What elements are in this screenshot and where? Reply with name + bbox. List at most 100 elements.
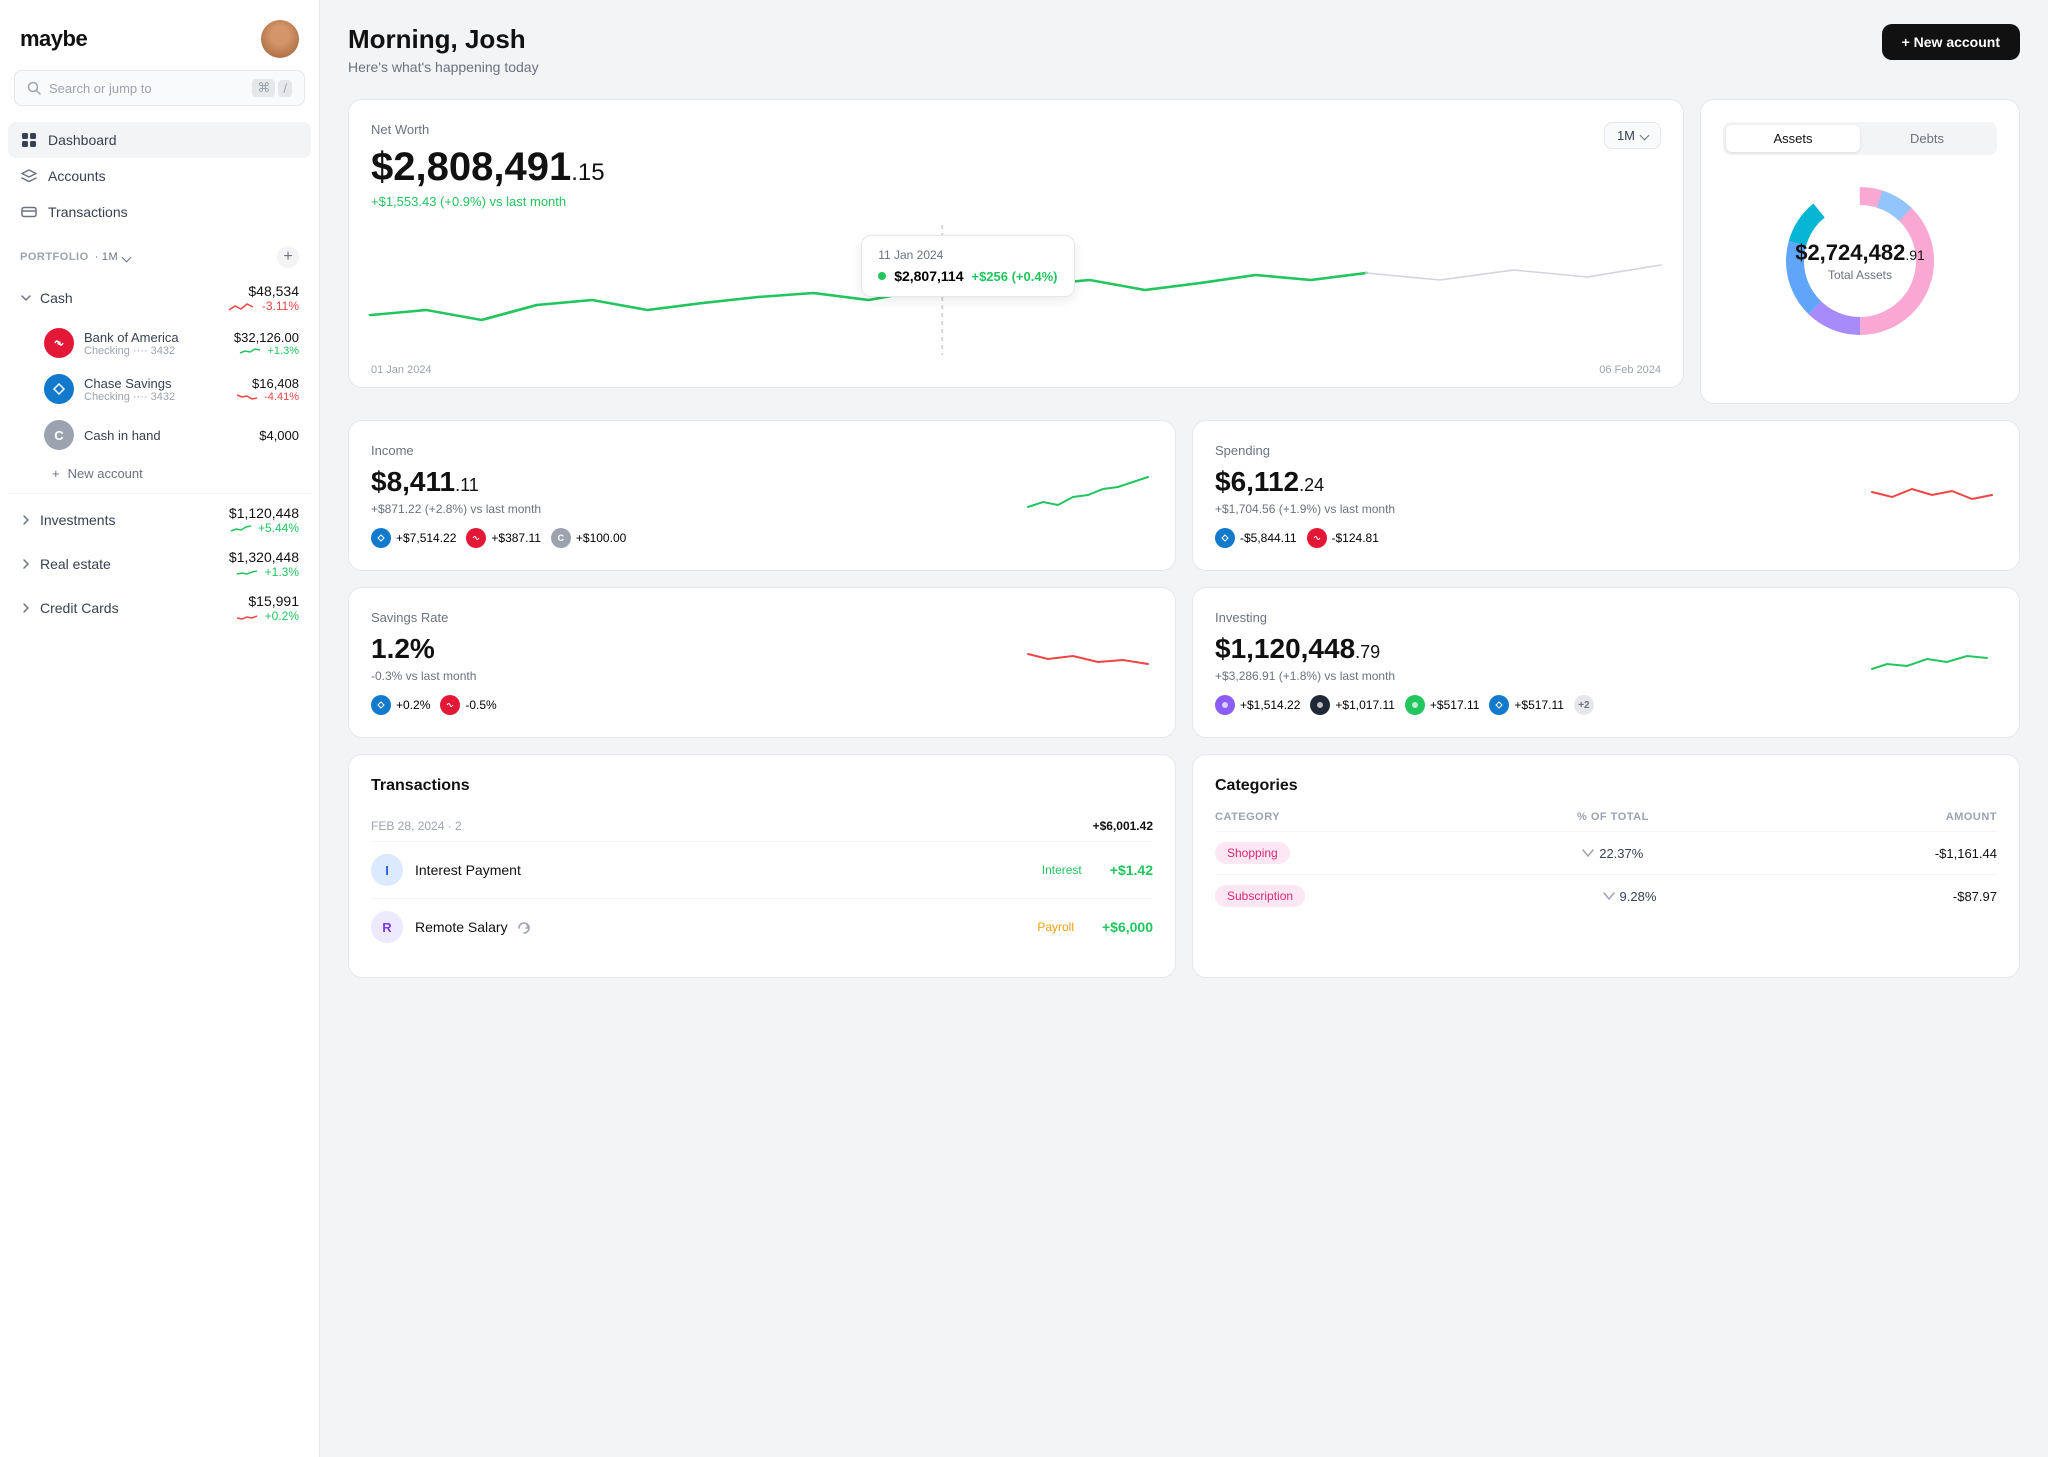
cat-amount-subscription: -$87.97 [1953,889,1997,904]
grid-icon [20,131,38,149]
tx-name-salary: Remote Salary [415,919,1025,935]
net-worth-amount: $2,808,491.15 [371,145,605,190]
income-c-icon: C [551,528,571,548]
add-portfolio-button[interactable]: + [277,246,299,268]
income-card: Income $8,411.11 +$871.22 (+2.8%) vs las… [348,420,1176,571]
savings-rate-card: Savings Rate 1.2% -0.3% vs last month +0… [348,587,1176,738]
tab-debts[interactable]: Debts [1860,125,1994,152]
top-row: Net Worth $2,808,491.15 +$1,553.43 (+0.9… [348,99,2020,404]
cash-group-header[interactable]: Cash $48,534 -3.11% [8,276,311,320]
trend-down-icon [1581,846,1595,860]
main-header: Morning, Josh Here's what's happening to… [348,24,2020,75]
investing-mini-chart [1867,634,1997,692]
portfolio-label: PORTFOLIO · 1M [20,251,130,263]
layers-icon [20,167,38,185]
tx-category-interest: Interest [1042,863,1082,877]
income-chase-icon [371,528,391,548]
categories-table-header: CATEGORY % OF TOTAL AMOUNT [1215,811,1997,823]
savings-rate-icons: +0.2% -0.5% [371,695,1153,715]
investing-icons: +$1,514.22 +$1,017.11 +$517.11 [1215,695,1997,715]
boa-trend-icon [240,347,262,355]
cat-pct-shopping: 22.37% [1581,846,1643,861]
boa-icon [44,328,74,358]
card-icon [20,203,38,221]
period-selector[interactable]: 1M [1604,122,1661,149]
search-placeholder: Search or jump to [49,81,244,96]
chase-account-sub: Checking ···· 3432 [84,391,175,403]
chase-account-name: Chase Savings [84,376,175,391]
real-estate-label: Real estate [40,556,111,572]
tx-item-salary[interactable]: R Remote Salary Payroll +$6,000 [371,898,1153,955]
sidebar-header: maybe [0,0,319,70]
sidebar: maybe Search or jump to ⌘ / Dash [0,0,320,1457]
nav-dashboard-label: Dashboard [48,132,117,148]
income-icons: +$7,514.22 +$387.11 C +$100.00 [371,528,1153,548]
credit-cards-group: Credit Cards $15,991 +0.2% [0,586,319,630]
portfolio-header: PORTFOLIO · 1M + [0,230,319,276]
tx-icon-interest: I [371,854,403,886]
new-account-button[interactable]: + New account [16,458,303,489]
tx-item-interest[interactable]: I Interest Payment Interest +$1.42 [371,841,1153,898]
cat-row-subscription[interactable]: Subscription 9.28% -$87.97 [1215,874,1997,917]
tx-icon-salary: R [371,911,403,943]
tx-amount-interest: +$1.42 [1110,862,1153,878]
plus-icon: + [52,466,60,481]
greeting-subtitle: Here's what's happening today [348,59,539,75]
chase-account-item[interactable]: Chase Savings Checking ···· 3432 $16,408… [8,366,311,412]
investing-icon-3 [1405,695,1425,715]
transactions-card: Transactions FEB 28, 2024 · 2 +$6,001.42… [348,754,1176,978]
investing-icon-2 [1310,695,1330,715]
income-mini-chart [1023,467,1153,525]
cash-group: Cash $48,534 -3.11% [0,276,319,489]
boa-account-item[interactable]: Bank of America Checking ···· 3432 $32,1… [8,320,311,366]
investing-icon-1 [1215,695,1235,715]
cash-in-hand-item[interactable]: C Cash in hand $4,000 [8,412,311,458]
tx-category-salary: Payroll [1037,920,1074,934]
logo: maybe [20,26,87,52]
divider [8,493,311,494]
trend-down-icon-2 [1602,889,1616,903]
spending-label: Spending [1215,443,1997,458]
investing-icon-more: +2 [1574,695,1594,715]
savings-investing-row: Savings Rate 1.2% -0.3% vs last month +0… [348,587,2020,738]
tab-assets[interactable]: Assets [1726,125,1860,152]
search-bar[interactable]: Search or jump to ⌘ / [14,70,305,106]
chase-icon [44,374,74,404]
nav-transactions-label: Transactions [48,204,128,220]
tx-name-interest: Interest Payment [415,862,1030,878]
donut-amount: $2,724,482.91 [1795,240,1925,266]
main-content: Morning, Josh Here's what's happening to… [320,0,2048,1457]
cat-row-shopping[interactable]: Shopping 22.37% -$1,161.44 [1215,831,1997,874]
tx-amount-salary: +$6,000 [1102,919,1153,935]
net-worth-card: Net Worth $2,808,491.15 +$1,553.43 (+0.9… [348,99,1684,388]
cash-group-change: -3.11% [229,299,299,313]
portfolio-period[interactable]: · 1M [95,251,130,263]
chase-trend-icon [237,393,259,401]
cash-trend-icon [229,302,257,312]
income-spending-row: Income $8,411.11 +$871.22 (+2.8%) vs las… [348,420,2020,571]
cat-badge-shopping: Shopping [1215,842,1290,864]
refresh-icon [517,921,531,935]
chart-tooltip: 11 Jan 2024 $2,807,114 +$256 (+0.4%) [861,235,1074,297]
nav-transactions[interactable]: Transactions [8,194,311,230]
credit-cards-header[interactable]: Credit Cards $15,991 +0.2% [8,586,311,630]
real-estate-header[interactable]: Real estate $1,320,448 +1.3% [8,542,311,586]
nav-accounts[interactable]: Accounts [8,158,311,194]
net-worth-label: Net Worth [371,122,605,137]
search-icon [27,81,41,95]
avatar[interactable] [261,20,299,58]
boa-account-amount: $32,126.00 [234,330,299,345]
savings-chase-icon [371,695,391,715]
net-worth-chart: 11 Jan 2024 $2,807,114 +$256 (+0.4%) [371,225,1661,365]
categories-title: Categories [1215,777,1997,795]
donut-chart: $2,724,482.91 Total Assets [1770,171,1950,351]
cash-group-amount: $48,534 [229,283,299,299]
assets-tabs: Assets Debts [1723,122,1997,155]
cat-amount-shopping: -$1,161.44 [1935,846,1997,861]
investments-header[interactable]: Investments $1,120,448 +5.44% [8,498,311,542]
spending-card: Spending $6,112.24 +$1,704.56 (+1.9%) vs… [1192,420,2020,571]
chevron-right-icon-3 [20,602,32,614]
new-account-button-header[interactable]: + New account [1882,24,2020,60]
nav-dashboard[interactable]: Dashboard [8,122,311,158]
donut-label: Total Assets [1795,268,1925,282]
